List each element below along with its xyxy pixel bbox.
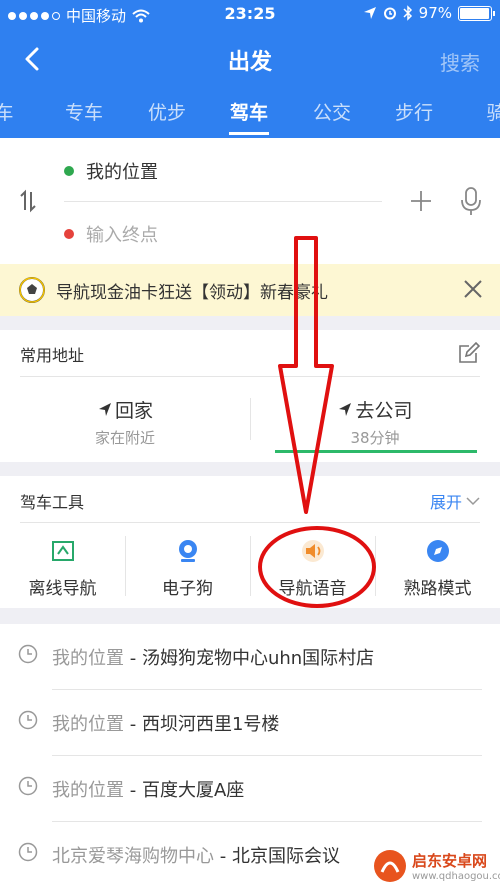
tab-partial-left[interactable]: 车 — [0, 98, 34, 125]
list-item[interactable]: 我的位置 - 西坝河西里1号楼 — [0, 690, 500, 756]
bluetooth-icon — [403, 5, 412, 21]
add-waypoint-icon[interactable] — [408, 188, 434, 214]
tools-divider — [20, 522, 480, 523]
microphone-icon[interactable] — [458, 186, 484, 216]
edit-icon[interactable] — [458, 342, 480, 364]
tab-uber[interactable]: 优步 — [137, 98, 197, 125]
history-destination: 西坝河西里1号楼 — [141, 714, 280, 735]
tool-label: 离线导航 — [28, 579, 97, 599]
favorites-separator — [250, 398, 251, 440]
chevron-down-icon — [466, 497, 480, 506]
favorite-home-label: 回家 — [114, 400, 153, 422]
history-origin: 我的位置 — [52, 714, 124, 735]
expand-button[interactable]: 展开 — [430, 489, 480, 513]
nav-bar: 出发 搜索 — [0, 40, 500, 80]
expand-label: 展开 — [429, 493, 462, 512]
destination-field[interactable]: 输入终点 — [64, 221, 158, 247]
list-item[interactable]: 我的位置 - 汤姆狗宠物中心uhn国际村店 — [0, 624, 500, 690]
favorite-home-sub: 家在附近 — [94, 429, 155, 447]
route-divider — [64, 201, 382, 202]
tools-title: 驾车工具 — [20, 493, 85, 512]
end-dot-icon — [64, 229, 74, 239]
clock-icon — [18, 776, 38, 796]
favorite-home[interactable]: 回家 家在附近 — [10, 396, 240, 448]
watermark-url: www.qdhaogou.com — [412, 871, 500, 882]
transport-tabs: 车 专车 优步 驾车 公交 步行 骑 — [0, 92, 500, 138]
tool-label: 电子狗 — [162, 579, 213, 599]
tab-walking[interactable]: 步行 — [384, 98, 444, 125]
soccer-ball-icon — [19, 277, 45, 303]
start-field[interactable]: 我的位置 — [64, 158, 158, 184]
favorites-title: 常用地址 — [20, 346, 85, 365]
annotation-arrow — [278, 236, 334, 514]
clock-icon — [18, 842, 38, 862]
favorite-addresses: 常用地址 回家 家在附近 去公司 38分钟 — [0, 330, 500, 462]
tool-speed-camera[interactable]: 电子狗 — [125, 538, 250, 599]
alarm-icon — [383, 7, 396, 20]
page-title: 出发 — [227, 50, 272, 75]
history-destination: 汤姆狗宠物中心uhn国际村店 — [141, 648, 375, 669]
navigate-arrow-icon — [339, 402, 352, 416]
compass-icon — [426, 540, 449, 562]
clock-icon — [18, 644, 38, 664]
close-icon[interactable] — [462, 278, 484, 300]
watermark-name: 启东安卓网 — [412, 852, 488, 870]
tool-offline-navigation[interactable]: 离线导航 — [0, 538, 125, 599]
search-button[interactable]: 搜索 — [440, 47, 480, 76]
favorites-divider — [20, 376, 480, 377]
tab-partial-right[interactable]: 骑 — [466, 98, 500, 125]
tab-special-car[interactable]: 专车 — [54, 98, 114, 125]
tool-familiar-route[interactable]: 熟路模式 — [375, 538, 500, 599]
history-separator: - — [214, 846, 232, 867]
watermark-logo-icon — [374, 850, 406, 882]
route-input-panel: 我的位置 输入终点 — [0, 138, 500, 264]
destination-placeholder: 输入终点 — [86, 225, 158, 246]
clock-icon — [18, 710, 38, 730]
promo-banner[interactable]: 导航现金油卡狂送【领动】新春豪礼 — [0, 264, 500, 316]
history-separator: - — [124, 648, 142, 669]
start-location: 我的位置 — [86, 162, 158, 183]
start-dot-icon — [64, 166, 74, 176]
top-bar: 中国移动 23:25 97% 出发 搜索 车 专车 优步 驾车 公交 步行 骑 — [0, 0, 500, 138]
driving-tools: 驾车工具 展开 离线导航 电子狗 导航语音 熟路模式 — [0, 476, 500, 608]
history-origin: 我的位置 — [52, 780, 124, 801]
tab-driving[interactable]: 驾车 — [219, 98, 279, 135]
history-destination: 百度大厦A座 — [141, 780, 245, 801]
offline-map-icon — [51, 541, 74, 561]
swap-icon[interactable] — [18, 188, 44, 214]
history-separator: - — [124, 780, 142, 801]
history-origin: 北京爱琴海购物中心 — [52, 846, 214, 867]
battery-icon — [458, 5, 495, 21]
history-destination: 北京国际会议 — [231, 846, 340, 867]
history-origin: 我的位置 — [52, 648, 124, 669]
tool-label: 熟路模式 — [403, 579, 472, 599]
favorite-work-label: 去公司 — [355, 400, 413, 422]
list-item[interactable]: 我的位置 - 百度大厦A座 — [0, 756, 500, 822]
status-bar: 中国移动 23:25 97% — [0, 0, 500, 28]
navigate-arrow-icon — [98, 402, 111, 416]
history-separator: - — [124, 714, 142, 735]
location-arrow-icon — [363, 7, 376, 19]
tab-transit[interactable]: 公交 — [302, 98, 362, 125]
annotation-circle — [258, 526, 376, 608]
camera-icon — [178, 540, 197, 562]
watermark: 启东安卓网 www.qdhaogou.com — [372, 846, 500, 889]
battery-percent: 97% — [418, 4, 452, 22]
